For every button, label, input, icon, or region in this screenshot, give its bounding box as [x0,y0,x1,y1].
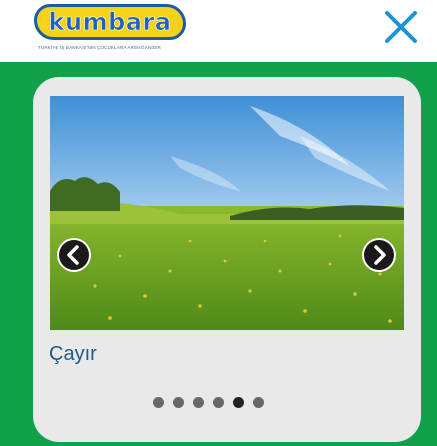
pagination-dot[interactable] [153,397,164,408]
kumbara-logo: kumbara TÜRKİYE İŞ BANKASI'NIN ÇOCUKLARA… [34,4,190,56]
slide-caption: Çayır [49,343,97,365]
pagination-dot[interactable] [253,397,264,408]
close-button[interactable] [382,8,420,46]
pagination-dot[interactable] [193,397,204,408]
chevron-right-icon [362,238,396,272]
logo-wordmark: kumbara [34,4,186,40]
pagination-dot[interactable] [213,397,224,408]
previous-slide-button[interactable] [56,237,92,273]
chevron-left-icon [57,238,91,272]
close-icon [385,11,417,43]
slide-pagination [153,397,264,409]
logo-tagline: TÜRKİYE İŞ BANKASI'NIN ÇOCUKLARA ARMAĞAN… [38,45,161,50]
pagination-dot[interactable] [233,397,244,408]
pagination-dot[interactable] [173,397,184,408]
meadow-photo [50,96,404,330]
next-slide-button[interactable] [361,237,397,273]
header: kumbara TÜRKİYE İŞ BANKASI'NIN ÇOCUKLARA… [0,0,437,62]
